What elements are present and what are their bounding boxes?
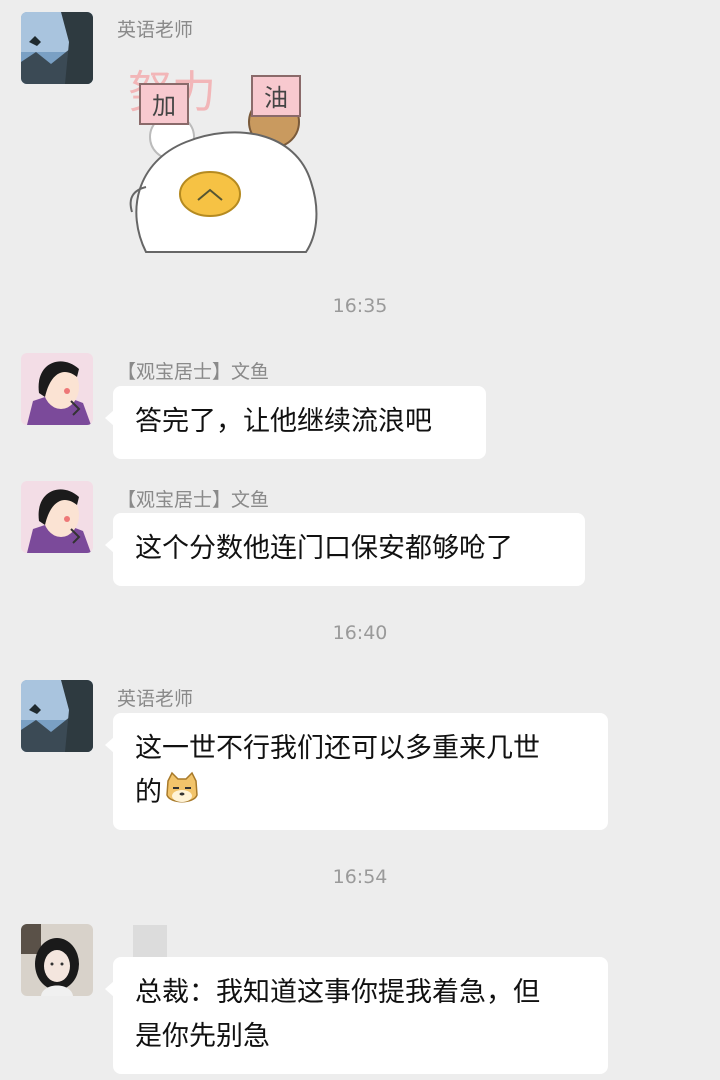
message-bubble[interactable]: 这一世不行我们还可以多重来几世 的 xyxy=(105,713,608,830)
jiayou-sticker[interactable]: 努力 加 油 xyxy=(126,62,326,254)
avatar-wenyu[interactable] xyxy=(21,481,93,553)
redacted-name-block xyxy=(133,925,167,959)
message-text-line: 总裁：我知道这事你提我着急，但 xyxy=(135,977,540,1008)
timestamp: 16:40 xyxy=(332,622,388,644)
message-text-line: 的 xyxy=(135,777,162,808)
avatar-user-girl[interactable] xyxy=(21,924,93,996)
avatar-wenyu[interactable] xyxy=(21,353,93,425)
sign-right-text: 油 xyxy=(264,84,288,112)
sign-left-text: 加 xyxy=(152,92,176,120)
message-text-line: 是你先别急 xyxy=(135,1021,270,1052)
sender-name: 【观宝居士】文鱼 xyxy=(117,489,270,511)
message-bubble[interactable]: 这个分数他连门口保安都够呛了 xyxy=(105,513,585,586)
message-text: 这个分数他连门口保安都够呛了 xyxy=(135,533,513,564)
message-bubble[interactable]: 总裁：我知道这事你提我着急，但 是你先别急 xyxy=(105,957,608,1074)
sender-name: 【观宝居士】文鱼 xyxy=(117,361,270,383)
doge-emoji-icon xyxy=(164,771,200,807)
message-text-line: 这一世不行我们还可以多重来几世 xyxy=(135,733,540,764)
message-bubble[interactable]: 答完了，让他继续流浪吧 xyxy=(105,386,486,459)
avatar-english-teacher[interactable] xyxy=(21,680,93,752)
timestamp: 16:35 xyxy=(332,295,388,317)
avatar-english-teacher[interactable] xyxy=(21,12,93,84)
chat-screen: { "messages": [ {"sender": "英语老师", "stic… xyxy=(0,0,720,1080)
timestamp: 16:54 xyxy=(332,866,388,888)
sender-name: 英语老师 xyxy=(117,688,194,710)
message-text: 答完了，让他继续流浪吧 xyxy=(135,406,432,437)
sender-name: 英语老师 xyxy=(117,19,194,41)
